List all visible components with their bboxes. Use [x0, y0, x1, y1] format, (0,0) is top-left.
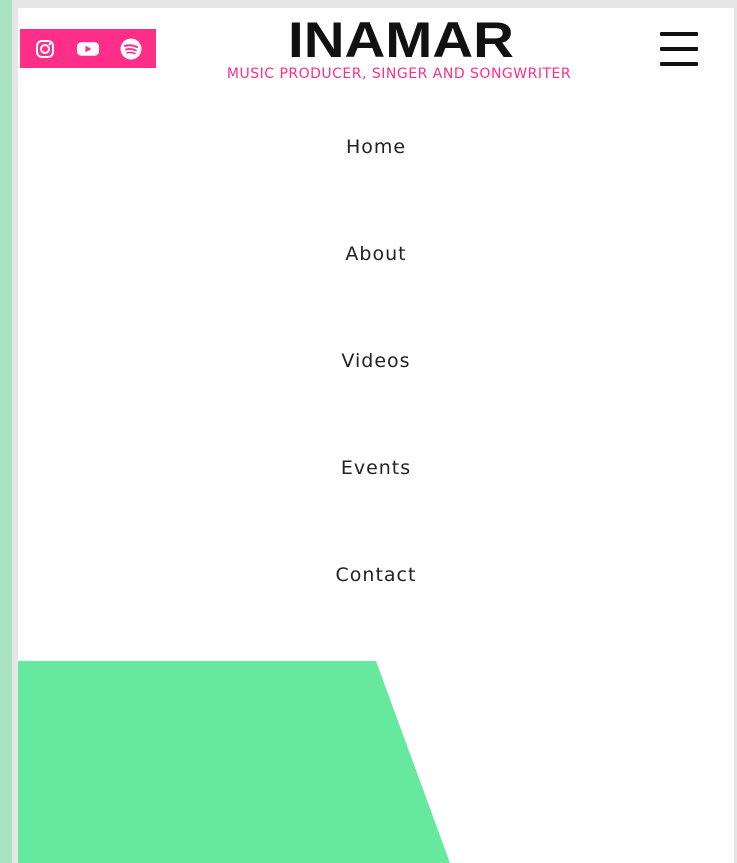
nav-link-home[interactable]: Home — [346, 134, 406, 160]
nav-item-contact: Contact — [18, 562, 734, 669]
nav-link-contact[interactable]: Contact — [336, 562, 417, 588]
nav-link-about[interactable]: About — [345, 241, 406, 267]
nav-link-events[interactable]: Events — [341, 455, 411, 481]
left-edge-strip — [0, 0, 12, 863]
nav-item-videos: Videos — [18, 348, 734, 455]
nav-item-home: Home — [18, 134, 734, 241]
nav-link-videos[interactable]: Videos — [341, 348, 410, 374]
nav-item-events: Events — [18, 455, 734, 562]
hamburger-line — [660, 47, 698, 51]
site-tagline: MUSIC PRODUCER, SINGER AND SONGWRITER — [226, 66, 572, 82]
mobile-page: INAMAR MUSIC PRODUCER, SINGER AND SONGWR… — [18, 8, 734, 863]
hamburger-line — [660, 62, 698, 66]
hero-green-shape — [18, 661, 450, 863]
hamburger-line — [660, 32, 698, 36]
logo-text: INAMAR — [288, 14, 514, 64]
youtube-icon[interactable] — [77, 38, 99, 60]
hamburger-menu-icon[interactable] — [660, 32, 698, 66]
nav-item-about: About — [18, 241, 734, 348]
main-navigation: Home About Videos Events Contact — [18, 134, 734, 669]
social-links-bar — [20, 29, 156, 68]
instagram-icon[interactable] — [34, 38, 56, 60]
site-logo[interactable]: INAMAR — [286, 12, 516, 68]
spotify-icon[interactable] — [120, 38, 142, 60]
